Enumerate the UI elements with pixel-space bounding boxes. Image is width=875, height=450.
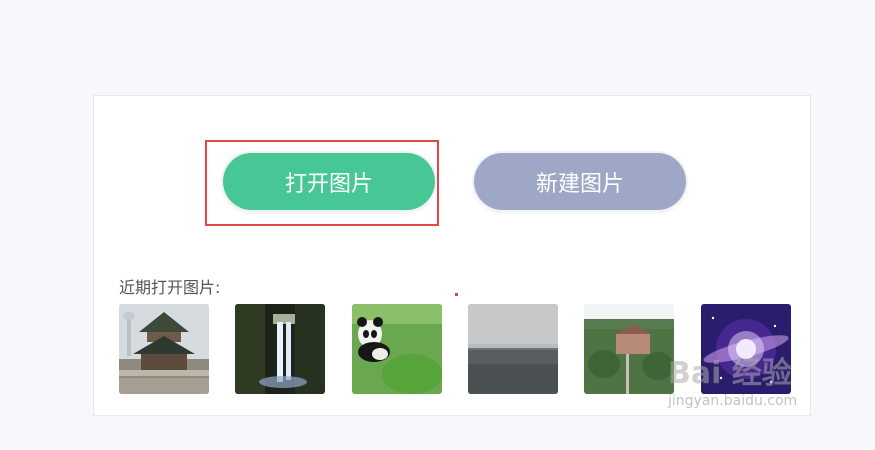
thumbnail-waterfall[interactable] <box>235 304 325 394</box>
new-image-button[interactable]: 新建图片 <box>474 153 686 210</box>
red-dot <box>455 293 458 296</box>
baidu-jingyan-watermark: Bai 经验 jingyan.baidu.com <box>668 357 838 437</box>
thumbnail-castle[interactable] <box>584 304 674 394</box>
watermark-url: jingyan.baidu.com <box>668 393 798 409</box>
watermark-logo: Bai 经验 <box>668 356 792 391</box>
thumbnail-lake[interactable] <box>468 304 558 394</box>
thumbnail-panda[interactable] <box>352 304 442 394</box>
thumbnail-pagoda[interactable] <box>119 304 209 394</box>
open-image-button[interactable]: 打开图片 <box>223 153 435 210</box>
recent-images-label: 近期打开图片: <box>119 278 221 297</box>
